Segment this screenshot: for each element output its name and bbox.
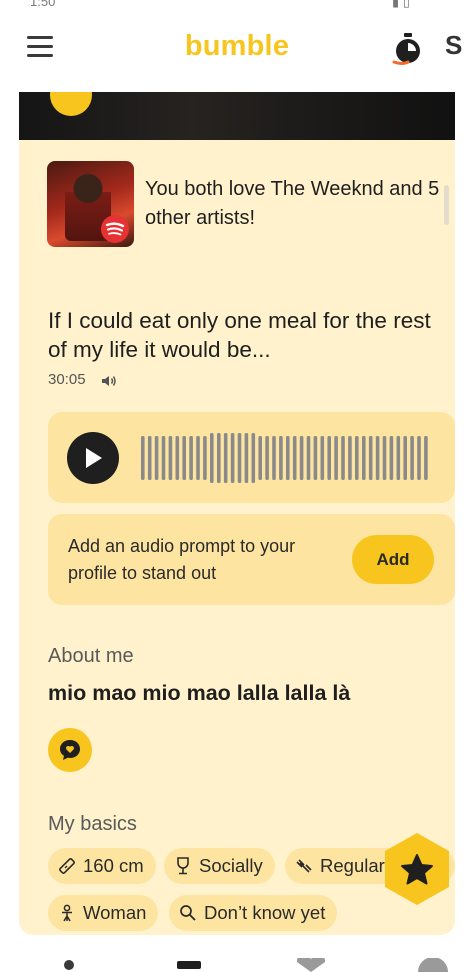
spotify-match-text: You both love The Weeknd and 5 other art… [145, 178, 440, 229]
waveform-bar [348, 436, 352, 480]
add-audio-prompt-text: Add an audio prompt to your profile to s… [68, 536, 296, 583]
waveform-bar [141, 436, 145, 480]
status-time: 1:50 [30, 0, 56, 9]
star-icon [385, 833, 449, 905]
waveform-bar [244, 433, 249, 483]
waveform-bar [375, 436, 380, 480]
about-me-title: About me [48, 645, 134, 667]
ruler-icon [59, 858, 75, 874]
waveform-bar [161, 436, 166, 480]
waveform-bar [168, 436, 173, 480]
waveform-bar [189, 436, 193, 480]
audio-waveform[interactable] [140, 432, 430, 484]
add-button[interactable]: Add [352, 535, 434, 584]
waveform-bar [424, 436, 428, 480]
basics-chip-gender: Woman [48, 895, 159, 931]
wine-glass-icon [177, 857, 189, 875]
waveform-bar [251, 433, 256, 483]
waveform-bar [306, 436, 311, 480]
waveform-bar [292, 436, 297, 480]
likes-icon[interactable] [292, 958, 330, 972]
waveform-bar [389, 436, 394, 480]
waveform-bar [286, 436, 290, 480]
spotify-icon [101, 215, 129, 243]
waveform-bar [272, 436, 276, 480]
waveform-bar [258, 436, 262, 480]
chip-label: Socially [199, 855, 263, 876]
audio-player [48, 412, 455, 503]
waveform-bar [368, 436, 373, 480]
chip-label: Regular [320, 855, 385, 876]
app-header: bumble S [0, 12, 474, 90]
waveform-bar [210, 433, 214, 483]
waveform-bar [217, 433, 221, 483]
waveform-bar [410, 436, 414, 480]
waveform-bar [196, 436, 200, 480]
waveform-bar [382, 436, 387, 480]
play-icon [86, 448, 102, 468]
about-me-text: mio mao mio mao lalla lalla là [48, 681, 351, 705]
comment-bubble-icon[interactable] [48, 728, 92, 772]
waveform-bar [334, 436, 338, 480]
photo-comment-icon[interactable] [50, 92, 92, 116]
waveform-bar [147, 436, 152, 480]
gender-icon [62, 904, 72, 922]
chip-label: 160 cm [83, 855, 144, 876]
waveform-bar [237, 433, 242, 483]
status-bar: 1:50 ▮ ▯ [0, 0, 474, 12]
stopwatch-icon[interactable] [392, 32, 424, 66]
audio-duration: 30:05 [48, 371, 86, 388]
waveform-bar [279, 436, 283, 480]
waveform-bar [327, 436, 331, 480]
chip-label: Woman [83, 902, 147, 923]
bottom-navigation [0, 940, 474, 972]
waveform-bar [203, 436, 207, 480]
waveform-bar [175, 436, 180, 480]
status-indicators: ▮ ▯ [392, 0, 410, 9]
waveform-bar [230, 433, 235, 483]
waveform-bar [299, 436, 304, 480]
waveform-bar [355, 436, 359, 480]
waveform-bar [396, 436, 401, 480]
profile-card: You both love The Weeknd and 5 other art… [19, 92, 455, 935]
waveform-bar [362, 436, 366, 480]
waveform-bar [182, 436, 186, 480]
waveform-bar [265, 436, 269, 480]
waveform-bar [403, 436, 407, 480]
play-button[interactable] [67, 432, 119, 484]
superswipe-star-button[interactable] [380, 832, 454, 906]
waveform-bar [223, 433, 228, 483]
spotify-match: You both love The Weeknd and 5 other art… [47, 161, 447, 251]
waveform-bar [341, 436, 345, 480]
waveform-bar [154, 436, 159, 480]
album-cover [47, 161, 134, 247]
basics-chip-height: 160 cm [48, 848, 156, 884]
volume-icon [102, 376, 116, 386]
profile-icon[interactable] [58, 958, 80, 972]
chip-label: Don’t know yet [204, 902, 326, 923]
waveform-bar [417, 436, 421, 480]
dumbbell-icon [296, 859, 312, 873]
waveform-bar [320, 436, 325, 480]
search-icon [180, 905, 196, 921]
waveform-bar [313, 436, 318, 480]
add-audio-prompt-banner: Add an audio prompt to your profile to s… [48, 514, 455, 605]
basics-chip-drinking: Socially [164, 848, 275, 884]
my-basics-title: My basics [48, 813, 137, 835]
clipped-header-icon[interactable]: S [445, 30, 462, 61]
chats-icon[interactable] [416, 958, 450, 972]
basics-chip-looking-for: Don’t know yet [169, 895, 338, 931]
profile-photo[interactable] [19, 92, 455, 140]
prompt-question: If I could eat only one meal for the res… [48, 308, 431, 362]
